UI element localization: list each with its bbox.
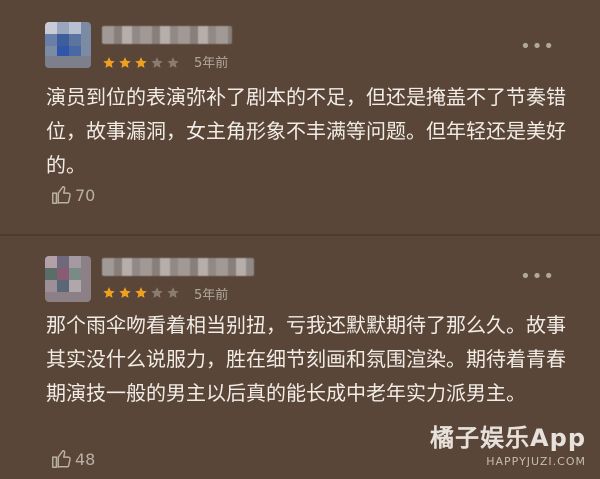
rating-stars (102, 56, 180, 70)
review-item: 5年前 ••• 演员到位的表演弥补了剧本的不足，但还是掩盖不了节奏错位，故事漏洞… (0, 0, 600, 234)
star-filled-icon (103, 57, 115, 68)
more-options-icon[interactable]: ••• (520, 266, 555, 287)
star-filled-icon (119, 287, 131, 298)
watermark-title: 橘子娱乐App (430, 424, 586, 452)
username[interactable] (102, 258, 254, 276)
more-options-icon[interactable]: ••• (520, 36, 555, 57)
rating-stars (102, 286, 180, 300)
star-filled-icon (103, 287, 115, 298)
review-time: 5年前 (194, 288, 229, 303)
review-text: 演员到位的表演弥补了剧本的不足，但还是掩盖不了节奏错位，故事漏洞，女主角形象不丰… (46, 85, 566, 177)
review-text: 那个雨伞吻看着相当别扭，亏我还默默期待了那么久。故事其实没什么说服力，胜在细节刻… (46, 313, 566, 405)
watermark-url: HAPPYJUZI.COM (486, 455, 586, 468)
review-time: 5年前 (194, 56, 229, 71)
like-count: 48 (75, 449, 96, 469)
star-empty-icon (167, 57, 179, 68)
avatar[interactable] (45, 22, 91, 68)
like-count: 70 (75, 185, 96, 205)
star-filled-icon (119, 57, 131, 68)
star-empty-icon (151, 57, 163, 68)
star-filled-icon (135, 57, 147, 68)
star-empty-icon (167, 287, 179, 298)
like-button[interactable]: 48 (50, 448, 95, 470)
like-button[interactable]: 70 (50, 184, 95, 206)
avatar[interactable] (45, 256, 91, 302)
star-empty-icon (151, 287, 163, 298)
thumbs-up-icon (52, 186, 71, 204)
thumbs-up-icon (52, 450, 71, 468)
watermark: 橘子娱乐App HAPPYJUZI.COM (430, 418, 586, 468)
star-filled-icon (135, 287, 147, 298)
username[interactable] (102, 26, 232, 44)
